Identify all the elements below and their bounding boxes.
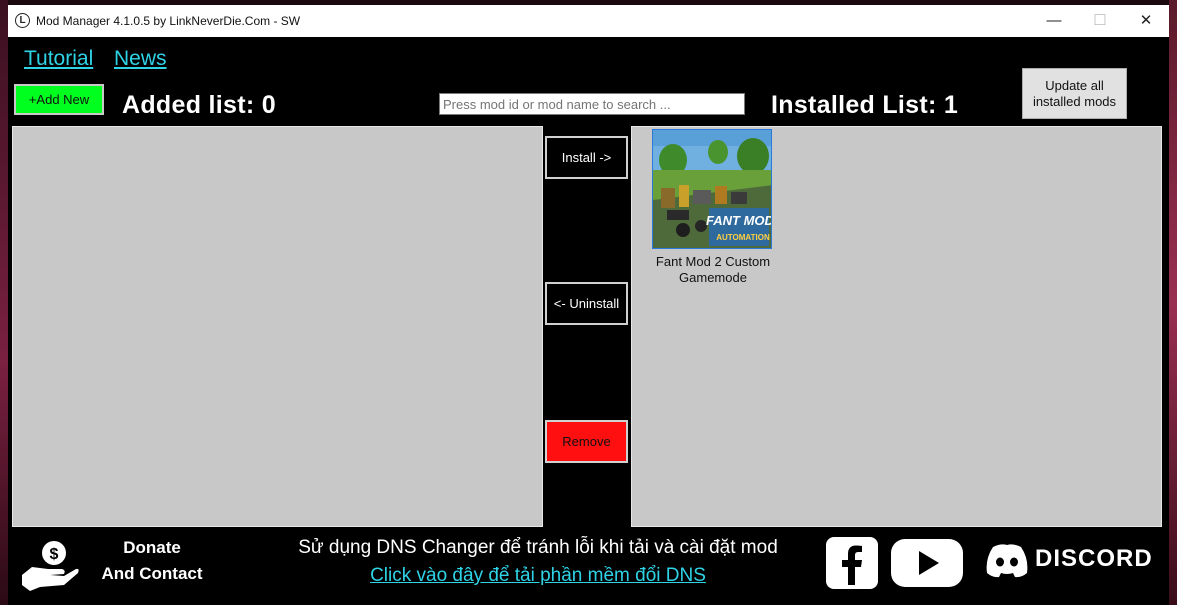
donate-hand-icon[interactable]: $ bbox=[20, 539, 80, 591]
discord-label[interactable]: DISCORD bbox=[1035, 545, 1153, 573]
installed-list-label: Installed List: bbox=[771, 91, 937, 119]
tutorial-link[interactable]: Tutorial bbox=[24, 47, 93, 71]
discord-icon[interactable] bbox=[985, 543, 1029, 579]
news-link[interactable]: News bbox=[114, 47, 167, 71]
app-logo-icon: L bbox=[15, 13, 30, 28]
desktop-background-right bbox=[1169, 0, 1177, 605]
svg-text:$: $ bbox=[50, 546, 59, 563]
maximize-button[interactable]: ☐ bbox=[1077, 5, 1123, 37]
installed-mod-item[interactable]: FANT MOD AUTOMATION Fant Mod 2 Custom Ga… bbox=[652, 129, 774, 286]
mod-thumbnail[interactable]: FANT MOD AUTOMATION bbox=[652, 129, 772, 249]
donate-line-2: And Contact bbox=[101, 564, 203, 583]
uninstall-button[interactable]: <- Uninstall bbox=[545, 282, 628, 325]
donate-line-1: Donate bbox=[123, 538, 181, 557]
dns-download-link[interactable]: Click vào đây để tải phần mềm đổi DNS bbox=[268, 565, 808, 587]
close-button[interactable]: ✕ bbox=[1123, 5, 1169, 37]
facebook-icon[interactable] bbox=[826, 537, 878, 589]
added-list-label: Added list: bbox=[122, 91, 255, 119]
add-new-button[interactable]: +Add New bbox=[14, 84, 104, 115]
youtube-icon[interactable] bbox=[891, 537, 963, 589]
remove-button[interactable]: Remove bbox=[545, 420, 628, 463]
installed-list-count: 1 bbox=[943, 91, 959, 119]
thumb-subtitle: AUTOMATION bbox=[716, 233, 770, 242]
added-list-heading: Added list: 0 bbox=[122, 91, 276, 120]
installed-mods-list[interactable]: FANT MOD AUTOMATION Fant Mod 2 Custom Ga… bbox=[631, 126, 1162, 527]
mod-manager-window: L Mod Manager 4.1.0.5 by LinkNeverDie.Co… bbox=[8, 5, 1169, 605]
window-title: Mod Manager 4.1.0.5 by LinkNeverDie.Com … bbox=[36, 14, 301, 28]
update-all-button[interactable]: Update all installed mods bbox=[1022, 68, 1127, 119]
added-mods-list[interactable] bbox=[12, 126, 543, 527]
mod-thumbnail-image: FANT MOD AUTOMATION bbox=[653, 130, 772, 248]
donate-label[interactable]: Donate And Contact bbox=[92, 538, 212, 584]
desktop-background-left bbox=[0, 0, 8, 605]
mod-name-label: Fant Mod 2 Custom Gamemode bbox=[655, 254, 771, 285]
thumb-title: FANT MOD bbox=[706, 213, 772, 228]
minimize-button[interactable]: — bbox=[1031, 5, 1077, 37]
title-bar: L Mod Manager 4.1.0.5 by LinkNeverDie.Co… bbox=[8, 5, 1169, 37]
dns-notice: Sử dụng DNS Changer để tránh lỗi khi tải… bbox=[298, 537, 778, 558]
mod-search-input[interactable] bbox=[439, 93, 745, 115]
install-button[interactable]: Install -> bbox=[545, 136, 628, 179]
installed-list-heading: Installed List: 1 bbox=[771, 91, 958, 120]
added-list-count: 0 bbox=[261, 91, 276, 119]
